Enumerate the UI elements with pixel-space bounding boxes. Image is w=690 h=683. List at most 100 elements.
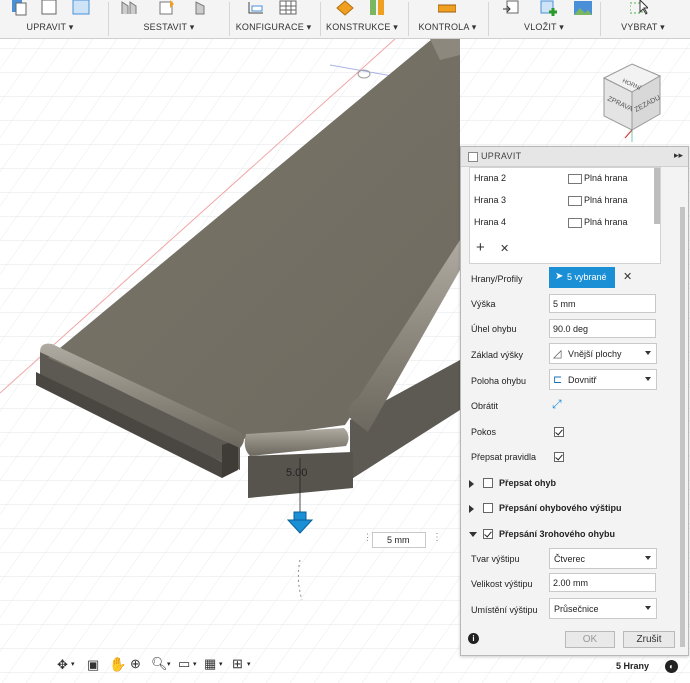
relief-placement-value: Průsečnice [554,604,599,614]
table-icon [279,0,297,16]
override-relief-checkbox[interactable] [483,503,493,513]
insert-canvas-icon [574,0,592,16]
section-override-bend[interactable]: Přepsat ohyb [469,476,679,494]
chevron-down-icon [645,556,651,560]
dialog-header[interactable]: UPRAVIT ▸▸ [461,147,688,167]
zoom-icon[interactable]: ⊕ [130,656,141,672]
relief-size-input[interactable]: 2.00 mm [549,573,656,592]
cursor-icon: ➤ [555,271,564,282]
toolbar-upravit[interactable]: UPRAVIT ▾ [0,0,100,38]
selection-filter-icon[interactable]: ◐ [665,660,678,673]
motion-link-icon [194,0,212,16]
edge-swatch-icon [568,218,582,228]
edge-list-scrollbar[interactable] [654,168,660,224]
chevron-down-icon [645,377,651,381]
toolbar-sestavit[interactable]: SESTAVIT ▾ [110,0,228,38]
new-component-icon [158,0,176,16]
edges-profiles-label: Hrany/Profily [471,274,523,284]
toolbar-konstrukce[interactable]: KONSTRUKCE ▾ [322,0,402,38]
grid-snaps-icon[interactable]: ▦ [204,656,216,672]
toolbar-vlozit[interactable]: VLOŽIT ▾ [490,0,598,38]
section-override-corner[interactable]: Přepsání 3rohového ohybu [469,527,679,545]
edge-type: Plná hrana [584,173,628,183]
flip-label: Obrátit [471,401,499,411]
dialog-title: UPRAVIT [481,151,522,161]
press-pull-icon [10,0,28,16]
relief-size-label: Velikost výštipu [471,579,533,589]
chevron-down-icon[interactable]: ▾ [71,660,75,668]
bend-position-value: Dovnitř [568,375,597,385]
list-item[interactable]: Hrana 4 Plná hrana [470,212,660,234]
relief-shape-select[interactable]: Čtverec [549,548,657,569]
distance-input[interactable]: 5 mm [372,532,426,548]
toolbar-upravit-label: UPRAVIT ▾ [26,22,74,32]
selection-count-label: 5 vybrané [567,272,607,282]
chevron-down-icon[interactable]: ▾ [219,660,223,668]
bend-angle-input[interactable]: 90.0 deg [549,319,656,338]
section-label: Přepsat ohyb [499,478,557,488]
add-edge-button[interactable]: + [476,239,485,256]
height-base-select[interactable]: ◿ Vnější plochy [549,343,657,364]
override-corner-checkbox[interactable] [483,529,493,539]
select-cursor-icon [629,0,650,16]
chevron-down-icon[interactable]: ▾ [247,660,251,668]
section-label: Přepsání ohybového výštipu [499,503,622,513]
ok-button[interactable]: OK [565,631,615,648]
distance-input-grip[interactable]: ⋮ [363,532,372,547]
toolbar-konstrukce-label: KONSTRUKCE ▾ [326,22,398,32]
toolbar-konfigurace[interactable]: KONFIGURACE ▾ [231,0,316,38]
insert-derive-icon [502,0,520,16]
height-base-label: Základ výšky [471,350,524,360]
cancel-button[interactable]: Zrušit [623,631,675,648]
look-at-icon[interactable]: ▣ [87,657,99,673]
toolbar-vybrat[interactable]: VYBRAT ▾ [602,0,684,38]
override-bend-checkbox[interactable] [483,478,493,488]
shell-icon [72,0,90,16]
chevron-down-icon [645,351,651,355]
bend-position-select[interactable]: ⊏ Dovnitř [549,369,657,390]
miter-checkbox[interactable] [554,427,564,437]
chevron-down-icon[interactable]: ▾ [167,660,171,668]
pan-hand-icon[interactable]: ✋ [109,656,126,673]
dimension-label: 5.00 [286,467,307,479]
edge-type: Plná hrana [584,195,628,205]
clear-selection-button[interactable]: ✕ [623,270,632,283]
toolbar-konfigurace-label: KONFIGURACE ▾ [235,22,312,32]
list-item[interactable]: Hrana 3 Plná hrana [470,190,660,212]
chevron-down-icon [645,606,651,610]
relief-placement-select[interactable]: Průsečnice [549,598,657,619]
dialog-grip-icon [468,152,478,162]
toolbar-vybrat-label: VYBRAT ▾ [621,22,665,32]
measure-icon [437,0,457,16]
display-settings-icon[interactable]: ▭ [178,656,190,672]
toolbar-sestavit-label: SESTAVIT ▾ [143,22,195,32]
edge-name: Hrana 2 [474,173,507,183]
bend-angle-label: Úhel ohybu [471,324,517,334]
info-icon[interactable]: i [468,633,479,644]
zoom-window-icon[interactable]: 🔍︎ [151,656,168,672]
relief-shape-value: Čtverec [554,554,586,564]
insert-mesh-icon [540,0,558,16]
section-override-bend-relief[interactable]: Přepsání ohybového výštipu [469,501,679,519]
toolbar-kontrola-label: KONTROLA ▾ [418,22,477,32]
edge-swatch-icon [568,174,582,184]
viewports-icon[interactable]: ⊞ [232,656,243,672]
height-input[interactable]: 5 mm [549,294,656,313]
override-rules-label: Přepsat pravidla [471,452,537,462]
selection-button[interactable]: ➤ 5 vybrané [549,267,615,288]
distance-input-menu[interactable]: ⋮ [432,532,442,547]
dialog-scrollbar[interactable] [680,207,685,647]
toolbar-kontrola[interactable]: KONTROLA ▾ [410,0,485,38]
toolbar-vlozit-label: VLOŽIT ▾ [524,22,564,32]
list-item[interactable]: Hrana 2 Plná hrana [470,168,660,190]
chevron-down-icon[interactable]: ▾ [193,660,197,668]
fillet-icon [40,0,58,16]
offset-plane-icon [336,0,354,16]
dialog-expand-icon[interactable]: ▸▸ [674,150,683,161]
orbit-icon[interactable]: ✥ [57,657,68,673]
toolbar-divider [600,2,601,36]
remove-edge-button[interactable]: ✕ [500,242,509,255]
height-label: Výška [471,299,496,309]
override-rules-checkbox[interactable] [554,452,564,462]
flip-icon[interactable]: ⤢ [552,397,562,412]
